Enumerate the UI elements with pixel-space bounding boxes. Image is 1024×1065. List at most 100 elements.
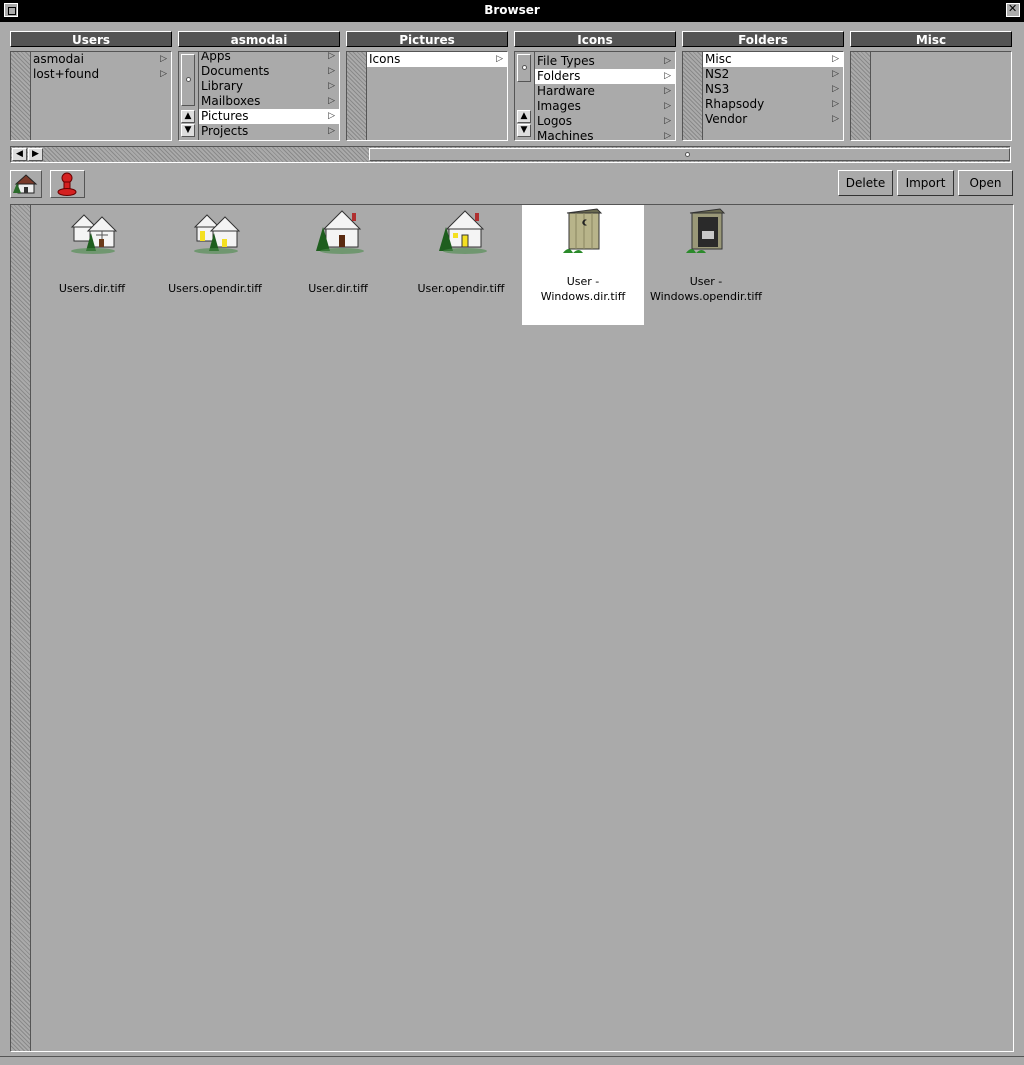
close-button[interactable] <box>1006 2 1020 17</box>
file-item-selected[interactable]: User - Windows.dir.tiff <box>522 205 644 325</box>
list-item[interactable]: Hardware ▷ <box>535 84 675 99</box>
list-item[interactable]: NS2 ▷ <box>703 67 843 82</box>
scroll-down-button[interactable]: ▼ <box>517 124 531 137</box>
list-item[interactable]: Icons ▷ <box>367 52 507 67</box>
column-list[interactable]: ▲ ▼ File Types ▷ Folders ▷ Hardware ▷ Image… <box>514 51 676 141</box>
delete-button[interactable]: Delete <box>838 170 893 196</box>
house-icon <box>316 210 364 254</box>
house-open-icon <box>439 210 487 254</box>
browser-column-asmodai: asmodai ▲ ▼ Apps ▷ Documents ▷ Library ▷ Ma… <box>178 31 340 141</box>
list-item-label: Icons <box>369 52 401 66</box>
horizontal-scrollbar[interactable]: ◀ ▶ <box>10 146 1011 163</box>
list-item[interactable]: Documents ▷ <box>199 64 339 79</box>
import-button[interactable]: Import <box>897 170 954 196</box>
title-bar[interactable]: Browser <box>0 0 1024 22</box>
knob-dimple-icon <box>685 152 690 157</box>
scroll-knob[interactable] <box>369 148 1010 161</box>
arrow-right-icon: ▷ <box>664 116 671 126</box>
arrow-right-icon: ▷ <box>832 99 839 109</box>
list-item[interactable]: asmodai ▷ <box>31 52 171 67</box>
file-item[interactable]: Users.opendir.tiff <box>154 205 276 325</box>
outhouse-icon <box>563 208 603 253</box>
scroll-up-button[interactable]: ▲ <box>517 110 531 123</box>
column-list[interactable] <box>850 51 1012 141</box>
column-scrollbar[interactable] <box>347 52 367 140</box>
list-item[interactable]: NS3 ▷ <box>703 82 843 97</box>
list-item[interactable]: Folders ▷ <box>535 69 675 84</box>
list-item-label: Apps <box>201 51 231 63</box>
scroll-knob[interactable] <box>517 54 531 82</box>
list-item[interactable]: Projects ▷ <box>199 124 339 139</box>
list-item[interactable]: Vendor ▷ <box>703 112 843 127</box>
list-item[interactable]: Pictures ▷ <box>199 109 339 124</box>
list-item-label: lost+found <box>33 67 100 81</box>
arrow-right-icon: ▷ <box>832 69 839 79</box>
file-item[interactable]: User.opendir.tiff <box>400 205 522 325</box>
column-title: Icons <box>514 31 676 47</box>
arrow-right-icon: ▷ <box>496 54 503 64</box>
file-item[interactable]: User.dir.tiff <box>277 205 399 325</box>
list-item-label: Hardware <box>537 84 595 98</box>
list-item-label: NS2 <box>705 67 730 81</box>
home-icon <box>13 174 38 194</box>
list-item-label: Mailboxes <box>201 94 261 108</box>
list-item[interactable]: Logos ▷ <box>535 114 675 129</box>
houses-open-icon <box>193 214 241 254</box>
knob-dimple-icon <box>186 77 191 82</box>
file-item[interactable]: User - Windows.opendir.tiff <box>645 205 767 325</box>
column-list[interactable]: Misc ▷ NS2 ▷ NS3 ▷ Rhapsody ▷ Vendor ▷ <box>682 51 844 141</box>
scroll-knob[interactable] <box>181 54 195 106</box>
column-list[interactable]: Icons ▷ <box>346 51 508 141</box>
list-item[interactable]: Rhapsody ▷ <box>703 97 843 112</box>
arrow-right-icon: ▷ <box>328 51 335 61</box>
home-shelf-button[interactable] <box>10 170 42 198</box>
arrow-right-icon: ▷ <box>160 69 167 79</box>
browser-column-pictures: Pictures Icons ▷ <box>346 31 508 141</box>
column-list[interactable]: ▲ ▼ Apps ▷ Documents ▷ Library ▷ Mailboxes ▷… <box>178 51 340 141</box>
list-item-label: Images <box>537 99 581 113</box>
list-item[interactable]: Mailboxes ▷ <box>199 94 339 109</box>
list-item-label: File Types <box>537 54 595 68</box>
file-name: Users.dir.tiff <box>58 282 126 295</box>
column-scrollbar[interactable] <box>11 52 31 140</box>
column-scrollbar[interactable]: ▲ ▼ <box>179 52 199 140</box>
file-name: User.dir.tiff <box>308 282 368 295</box>
file-name-line2: Windows.opendir.tiff <box>649 290 763 303</box>
list-item[interactable]: Misc ▷ <box>703 52 843 67</box>
list-item[interactable]: File Types ▷ <box>535 54 675 69</box>
knob-dimple-icon <box>522 65 527 70</box>
list-item[interactable]: lost+found ▷ <box>31 67 171 82</box>
scroll-left-button[interactable]: ◀ <box>12 148 27 161</box>
arrow-right-icon: ▷ <box>328 111 335 121</box>
scroll-up-button[interactable]: ▲ <box>181 110 195 123</box>
column-list[interactable]: asmodai ▷ lost+found ▷ <box>10 51 172 141</box>
arrow-right-icon: ▷ <box>328 96 335 106</box>
list-item-label: Documents <box>201 64 270 78</box>
window-title: Browser <box>484 3 540 17</box>
vertical-scrollbar[interactable] <box>11 205 31 1051</box>
browser-column-misc: Misc <box>850 31 1012 141</box>
list-item[interactable]: Images ▷ <box>535 99 675 114</box>
column-scrollbar[interactable] <box>683 52 703 140</box>
file-item[interactable]: Users.dir.tiff <box>31 205 153 325</box>
file-name-line1: User - <box>689 275 723 288</box>
file-icon-view[interactable]: Users.dir.tiff Users.opendir.tiff User.d… <box>10 204 1014 1052</box>
arrow-right-icon: ▷ <box>664 56 671 66</box>
list-item[interactable]: Machines ▷ <box>535 129 675 140</box>
user-shelf-button[interactable] <box>50 170 85 198</box>
column-scrollbar[interactable] <box>851 52 871 140</box>
scroll-right-button[interactable]: ▶ <box>28 148 43 161</box>
list-item-label: Misc <box>705 52 732 66</box>
file-name-line2: Windows.dir.tiff <box>540 290 626 303</box>
arrow-right-icon: ▷ <box>664 101 671 111</box>
column-title: Misc <box>850 31 1012 47</box>
list-item[interactable]: Apps ▷ <box>199 51 339 64</box>
open-button[interactable]: Open <box>958 170 1013 196</box>
browser-column-icons: Icons ▲ ▼ File Types ▷ Folders ▷ Hardware ▷… <box>514 31 676 141</box>
list-item[interactable]: Library ▷ <box>199 79 339 94</box>
arrow-right-icon: ▷ <box>832 114 839 124</box>
column-scrollbar[interactable]: ▲ ▼ <box>515 52 535 140</box>
column-title: Pictures <box>346 31 508 47</box>
file-name: Users.opendir.tiff <box>168 282 262 295</box>
scroll-down-button[interactable]: ▼ <box>181 124 195 137</box>
